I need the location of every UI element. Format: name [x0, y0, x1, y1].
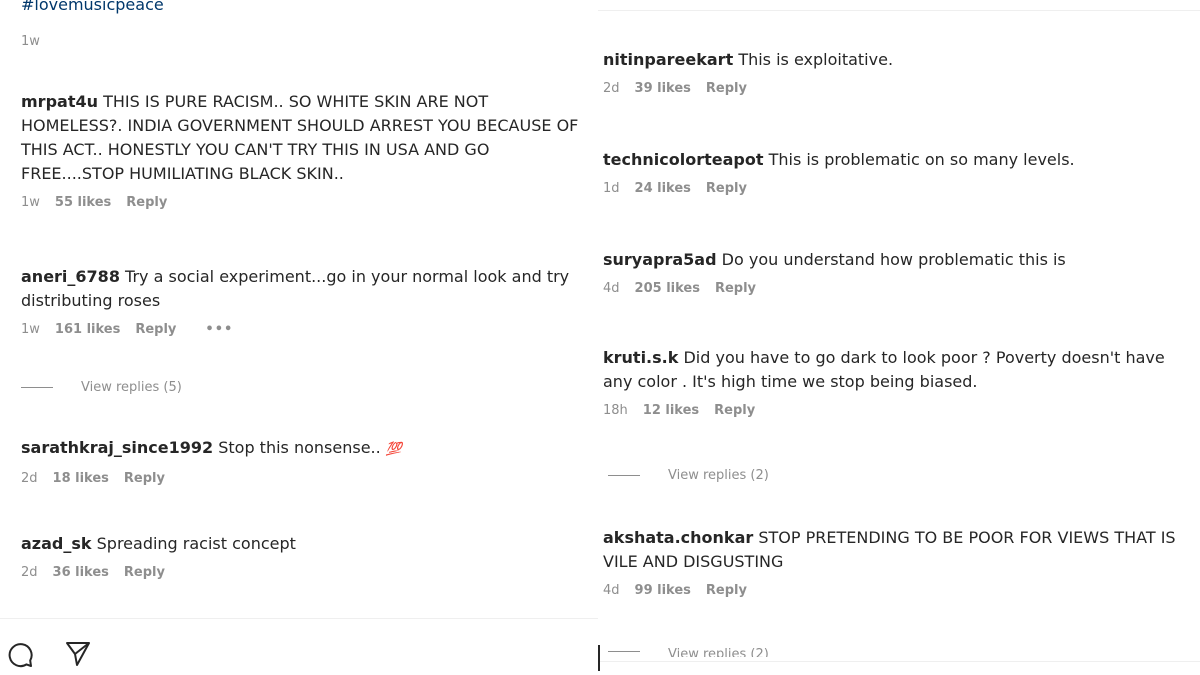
- reply-button[interactable]: Reply: [135, 322, 176, 337]
- comment-text: Do you understand how problematic this i…: [721, 250, 1066, 269]
- view-replies-line: [608, 651, 640, 652]
- comment-likes[interactable]: 18 likes: [53, 471, 109, 486]
- comment-username[interactable]: suryapra5ad: [603, 250, 717, 269]
- comment-likes[interactable]: 161 likes: [55, 322, 120, 337]
- view-replies-label: View replies (2): [668, 468, 769, 483]
- reply-button[interactable]: Reply: [124, 565, 165, 580]
- comment-timestamp[interactable]: 4d: [603, 583, 620, 598]
- view-replies-button[interactable]: View replies (2): [608, 645, 769, 657]
- comment-timestamp[interactable]: 18h: [603, 403, 628, 418]
- comment-username[interactable]: aneri_6788: [21, 267, 120, 286]
- share-icon[interactable]: [64, 640, 92, 668]
- right-comments-panel: nitinpareekart This is exploitative. 2d …: [598, 0, 1200, 675]
- view-replies-label: View replies (5): [81, 380, 182, 395]
- comment-text: Did you have to go dark to look poor ? P…: [603, 348, 1165, 391]
- comment-item: kruti.s.k Did you have to go dark to loo…: [603, 346, 1188, 418]
- reply-button[interactable]: Reply: [706, 81, 747, 96]
- comment-text: THIS IS PURE RACISM.. SO WHITE SKIN ARE …: [21, 92, 579, 183]
- reply-button[interactable]: Reply: [124, 471, 165, 486]
- comment-item: suryapra5ad Do you understand how proble…: [603, 248, 1188, 296]
- comment-timestamp[interactable]: 4d: [603, 281, 620, 296]
- reply-button[interactable]: Reply: [706, 583, 747, 598]
- comment-item: aneri_6788 Try a social experiment...go …: [21, 265, 591, 337]
- comment-username[interactable]: sarathkraj_since1992: [21, 438, 213, 457]
- view-replies-button[interactable]: View replies (5): [21, 380, 182, 395]
- comment-text: This is problematic on so many levels.: [768, 150, 1075, 169]
- comment-likes[interactable]: 55 likes: [55, 195, 111, 210]
- comment-timestamp[interactable]: 1d: [603, 181, 620, 196]
- view-replies-label: View replies (2): [668, 647, 769, 657]
- action-bar-divider: [0, 618, 598, 619]
- comment-text: This is exploitative.: [738, 50, 894, 69]
- comment-item: technicolorteapot This is problematic on…: [603, 148, 1188, 196]
- comment-item: mrpat4u THIS IS PURE RACISM.. SO WHITE S…: [21, 90, 591, 210]
- comment-timestamp[interactable]: 2d: [21, 565, 38, 580]
- comment-username[interactable]: technicolorteapot: [603, 150, 763, 169]
- comment-item: sarathkraj_since1992 Stop this nonsense.…: [21, 436, 591, 486]
- comment-item: nitinpareekart This is exploitative. 2d …: [603, 48, 1188, 96]
- reply-button[interactable]: Reply: [714, 403, 755, 418]
- comment-timestamp[interactable]: 2d: [603, 81, 620, 96]
- comment-likes[interactable]: 24 likes: [635, 181, 691, 196]
- view-replies-line: [608, 475, 640, 476]
- more-options-icon[interactable]: •••: [205, 322, 233, 337]
- comment-username[interactable]: nitinpareekart: [603, 50, 733, 69]
- left-comments-panel: #lovemusicpeace 1w mrpat4u THIS IS PURE …: [0, 0, 598, 675]
- text-cursor: [598, 645, 600, 671]
- bottom-divider: [598, 661, 1200, 662]
- reply-button[interactable]: Reply: [126, 195, 167, 210]
- comment-username[interactable]: kruti.s.k: [603, 348, 678, 367]
- comment-likes[interactable]: 12 likes: [643, 403, 699, 418]
- comment-likes[interactable]: 205 likes: [635, 281, 700, 296]
- comment-icon[interactable]: [6, 641, 34, 669]
- hundred-points-emoji: 💯: [385, 442, 402, 457]
- comment-username[interactable]: azad_sk: [21, 534, 92, 553]
- comment-username[interactable]: akshata.chonkar: [603, 528, 753, 547]
- hashtag-timestamp: 1w: [21, 34, 40, 49]
- reply-button[interactable]: Reply: [715, 281, 756, 296]
- comment-timestamp[interactable]: 1w: [21, 322, 40, 337]
- comment-username[interactable]: mrpat4u: [21, 92, 98, 111]
- comment-text: Spreading racist concept: [96, 534, 296, 553]
- view-replies-button[interactable]: View replies (2): [608, 468, 769, 483]
- comment-likes[interactable]: 39 likes: [635, 81, 691, 96]
- comment-item: azad_sk Spreading racist concept 2d 36 l…: [21, 532, 591, 580]
- comment-timestamp[interactable]: 2d: [21, 471, 38, 486]
- view-replies-line: [21, 387, 53, 388]
- comment-timestamp[interactable]: 1w: [21, 195, 40, 210]
- comment-likes[interactable]: 99 likes: [635, 583, 691, 598]
- hashtag-link[interactable]: #lovemusicpeace: [21, 0, 164, 14]
- reply-button[interactable]: Reply: [706, 181, 747, 196]
- top-divider: [598, 10, 1200, 11]
- comment-likes[interactable]: 36 likes: [53, 565, 109, 580]
- comment-item: akshata.chonkar STOP PRETENDING TO BE PO…: [603, 526, 1188, 598]
- comment-text: Stop this nonsense..: [218, 438, 381, 457]
